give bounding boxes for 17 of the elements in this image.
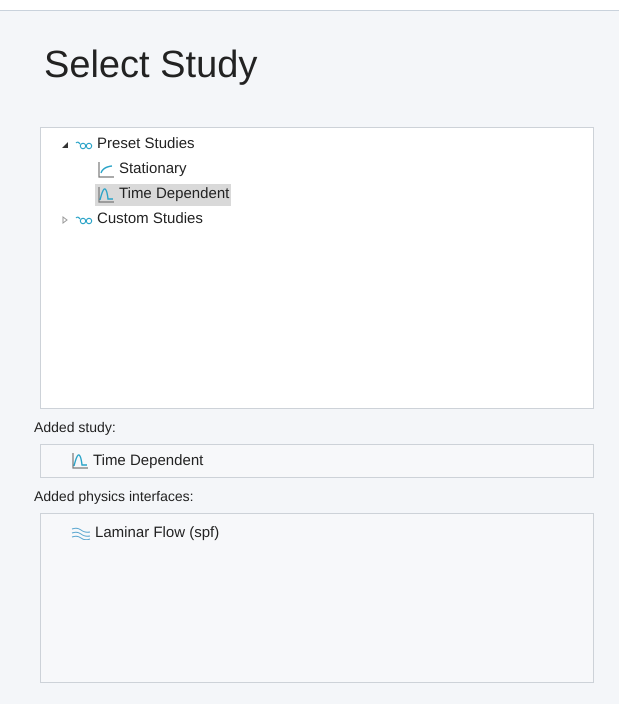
section-label: Added study:: [34, 418, 117, 437]
list-item: Laminar Flow (spf): [95, 523, 220, 543]
tree-item[interactable]: Time Dependent: [95, 184, 232, 206]
wave-lines-icon: [71, 526, 91, 540]
glasses-icon: [75, 214, 93, 224]
list-item: Time Dependent: [93, 450, 204, 471]
expand-triangle-icon[interactable]: [61, 216, 69, 224]
page-title: Select Study: [44, 43, 258, 88]
collapse-triangle-icon[interactable]: [61, 140, 69, 148]
peak-chart-icon: [97, 186, 115, 204]
tree-item[interactable]: Preset Studies: [73, 134, 197, 156]
section-label: Added physics interfaces:: [34, 487, 195, 506]
peak-chart-icon: [71, 452, 89, 470]
curve-chart-icon: [97, 160, 115, 178]
tree-item[interactable]: Stationary: [95, 158, 189, 180]
glasses-icon: [75, 140, 93, 150]
tree-item[interactable]: Custom Studies: [73, 208, 205, 230]
